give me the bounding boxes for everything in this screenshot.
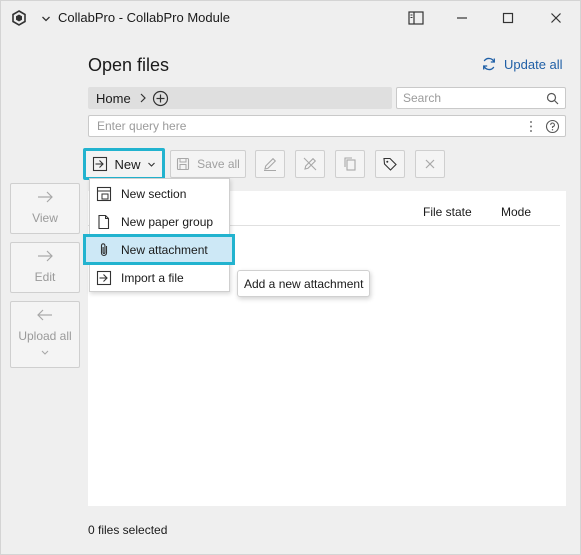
- new-dropdown-menu: New section New paper group New attachme…: [83, 178, 235, 292]
- title-bar: CollabPro - CollabPro Module: [1, 1, 580, 35]
- menu-item-new-attachment[interactable]: New attachment: [83, 234, 235, 265]
- paperclip-icon: [95, 241, 113, 259]
- upload-all-button[interactable]: Upload all: [10, 301, 80, 368]
- chevron-down-icon: [41, 350, 49, 355]
- copy-icon: [344, 157, 356, 171]
- menu-item-new-section[interactable]: New section: [90, 180, 229, 207]
- upload-all-label: Upload all: [18, 329, 72, 343]
- tag-icon: [383, 157, 397, 171]
- close-icon[interactable]: [547, 9, 565, 27]
- view-label: View: [32, 211, 58, 225]
- delete-button[interactable]: [415, 150, 445, 178]
- save-all-label: Save all: [197, 157, 240, 171]
- section-icon: [95, 185, 113, 203]
- tooltip: Add a new attachment: [237, 270, 371, 297]
- menu-item-label: New paper group: [121, 214, 214, 229]
- new-label: New: [114, 156, 141, 172]
- chevron-down-icon: [147, 162, 155, 167]
- column-header-file-state[interactable]: File state: [423, 205, 472, 219]
- edit-toolbar-button[interactable]: [255, 150, 285, 178]
- add-circle-icon[interactable]: [152, 90, 169, 107]
- selection-status: 0 files selected: [88, 523, 168, 537]
- search-box: [396, 87, 566, 109]
- menu-item-import-file[interactable]: Import a file: [90, 264, 229, 291]
- arrow-left-icon: [37, 309, 52, 321]
- copy-button[interactable]: [335, 150, 365, 178]
- maximize-icon[interactable]: [499, 9, 517, 27]
- search-input[interactable]: [397, 88, 537, 108]
- app-logo-icon: [11, 10, 27, 26]
- update-all-label: Update all: [504, 56, 563, 72]
- arrow-right-icon: [38, 250, 53, 262]
- new-item-icon: [93, 156, 108, 172]
- paper-group-icon: [95, 213, 113, 231]
- chevron-right-icon[interactable]: [139, 93, 147, 103]
- pencil-icon: [264, 157, 277, 171]
- app-window: CollabPro - CollabPro Module View Edit U…: [0, 0, 581, 555]
- chevron-down-icon[interactable]: [41, 12, 51, 22]
- breadcrumb: Home: [88, 87, 392, 109]
- menu-item-label: New attachment: [121, 242, 208, 257]
- edit-button[interactable]: Edit: [10, 242, 80, 293]
- window-title: CollabPro - CollabPro Module: [58, 10, 230, 25]
- edit-label: Edit: [34, 270, 56, 284]
- menu-item-new-paper-group[interactable]: New paper group: [90, 208, 229, 235]
- update-all-button[interactable]: Update all: [481, 56, 563, 72]
- page-title: Open files: [88, 55, 170, 75]
- breadcrumb-home[interactable]: Home: [96, 91, 131, 106]
- more-options-icon[interactable]: [529, 120, 533, 133]
- query-box: [88, 115, 566, 137]
- save-all-button[interactable]: Save all: [170, 150, 246, 178]
- sidebar-toggle-icon[interactable]: [407, 9, 425, 27]
- menu-item-label: Import a file: [121, 270, 184, 285]
- column-header-mode[interactable]: Mode: [501, 205, 531, 219]
- search-icon[interactable]: [546, 92, 559, 105]
- tag-button[interactable]: [375, 150, 405, 178]
- help-icon[interactable]: [545, 119, 560, 134]
- view-button[interactable]: View: [10, 183, 80, 234]
- pencil-off-icon: [303, 157, 317, 171]
- refresh-icon: [483, 57, 495, 71]
- new-button[interactable]: New: [83, 148, 165, 180]
- save-icon: [177, 157, 190, 171]
- menu-item-label: New section: [121, 186, 187, 201]
- import-icon: [95, 269, 113, 287]
- close-icon: [425, 159, 435, 169]
- edit-disabled-button[interactable]: [295, 150, 325, 178]
- arrow-right-icon: [38, 191, 53, 203]
- minimize-icon[interactable]: [453, 9, 471, 27]
- query-input[interactable]: [89, 116, 509, 136]
